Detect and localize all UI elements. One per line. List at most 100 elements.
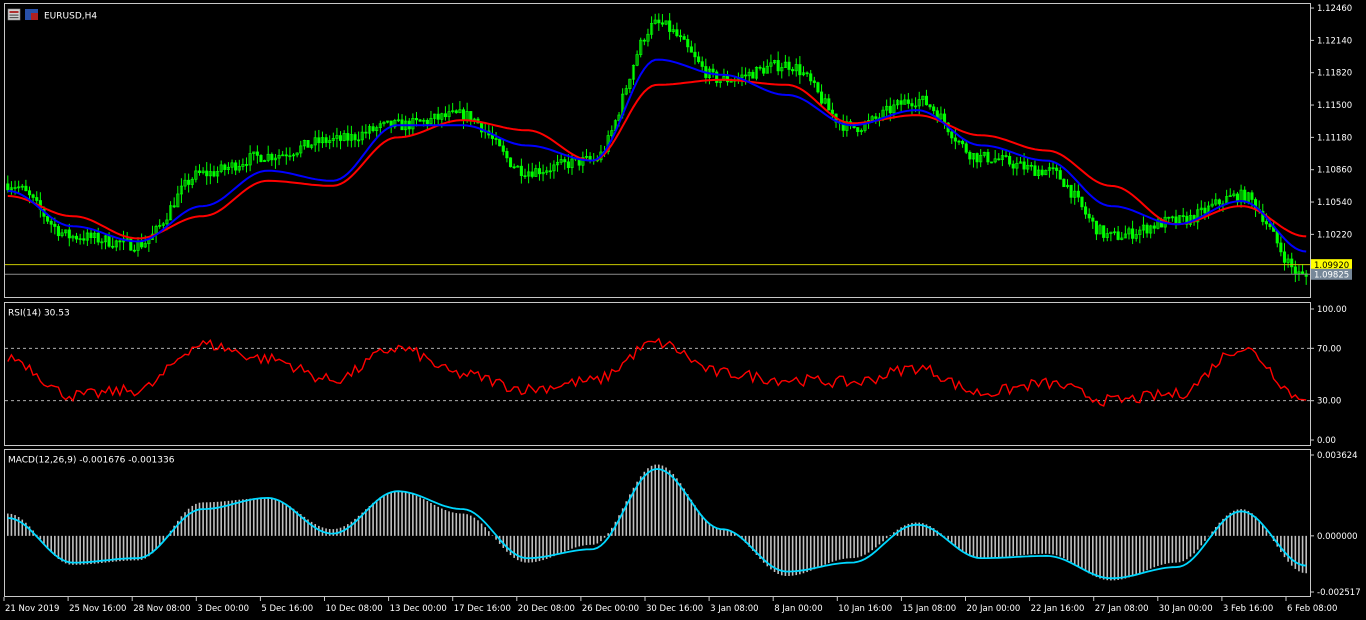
macd-histogram-bar [1030, 535, 1033, 555]
macd-histogram-bar [281, 501, 284, 536]
time-tick-label: 25 Nov 16:00 [69, 604, 126, 614]
macd-histogram-bar [433, 504, 436, 536]
candle-body [660, 22, 664, 25]
macd-histogram-bar [820, 535, 823, 567]
macd-histogram-bar [679, 483, 682, 536]
candle-body [1055, 167, 1059, 171]
candle-body [689, 46, 693, 53]
macd-histogram-bar [1059, 535, 1062, 557]
macd-histogram-bar [1196, 535, 1199, 550]
macd-histogram-bar [1240, 509, 1242, 536]
price-tag-label: 1.09825 [1314, 270, 1349, 280]
macd-histogram-bar [1254, 516, 1257, 536]
macd-histogram-bar [14, 515, 16, 536]
time-tick-label: 13 Dec 00:00 [390, 604, 447, 614]
macd-histogram-bar [1164, 535, 1166, 564]
macd-histogram-bar [477, 520, 479, 536]
candle-body [46, 215, 50, 222]
macd-histogram-bar [571, 535, 573, 549]
macd-histogram-bar [390, 492, 392, 536]
macd-histogram-bar [1084, 535, 1087, 572]
macd-histogram-bar [441, 508, 443, 536]
macd-histogram-bar [484, 527, 487, 536]
macd-histogram-bar [289, 506, 291, 536]
candle-body [523, 175, 527, 178]
candle-body [197, 170, 202, 174]
macd-histogram-bar [676, 478, 678, 536]
time-tick-label: 17 Dec 16:00 [454, 604, 511, 614]
macd-histogram-bar [719, 529, 722, 536]
macd-histogram-bar [582, 535, 584, 546]
macd-histogram-bar [401, 491, 403, 536]
candle-body [270, 153, 274, 161]
macd-histogram-bar [683, 488, 685, 536]
macd-histogram-bar [1063, 535, 1065, 559]
candle-body [888, 105, 892, 114]
candle-body [338, 135, 343, 141]
macd-histogram-bar [86, 535, 89, 565]
macd-histogram-bar [256, 498, 259, 536]
candle-body [244, 164, 249, 166]
macd-histogram-bar [1037, 535, 1040, 554]
macd-label: MACD(12,26,9) -0.001676 -0.001336 [8, 456, 175, 466]
candle-body [1301, 271, 1305, 275]
macd-histogram-bar [694, 505, 696, 536]
time-tick-label: 20 Dec 08:00 [518, 604, 575, 614]
macd-histogram-bar [672, 473, 675, 536]
candle-body [107, 235, 111, 247]
candle-body [968, 151, 972, 160]
candle-body [588, 156, 592, 161]
macd-histogram-bar [878, 535, 881, 545]
macd-histogram-bar [1287, 535, 1289, 562]
macd-histogram-bar [469, 515, 472, 536]
macd-histogram-bar [549, 535, 552, 558]
candle-body [505, 151, 509, 159]
candle-body [259, 155, 263, 162]
macd-histogram-bar [57, 535, 60, 559]
candle-body [820, 91, 824, 104]
macd-histogram-bar [249, 498, 251, 536]
macd-histogram-bar [990, 535, 993, 558]
macd-histogram-bar [639, 476, 642, 536]
macd-histogram-bar [455, 513, 458, 536]
candle-body [1181, 215, 1185, 217]
candle-body [357, 139, 361, 142]
macd-histogram-bar [777, 535, 779, 574]
macd-histogram-bar [82, 535, 85, 565]
candle-body [67, 229, 71, 239]
candle-body [223, 164, 227, 170]
candle-body [414, 118, 419, 121]
price-tick-label: 1.12140 [1317, 36, 1352, 46]
macd-histogram-bar [867, 535, 870, 553]
macd-histogram-bar [129, 535, 132, 561]
candle-body [856, 127, 860, 133]
macd-histogram-bar [231, 500, 233, 536]
candle-body [997, 158, 1001, 161]
macd-histogram-bar [1092, 535, 1094, 576]
macd-histogram-bar [585, 535, 588, 546]
candle-body [928, 104, 932, 108]
macd-histogram-bar [592, 535, 595, 545]
candle-body [537, 168, 542, 175]
macd-histogram-bar [408, 493, 411, 536]
macd-histogram-bar [144, 535, 147, 559]
macd-histogram-bar [1124, 535, 1127, 579]
macd-histogram-bar [274, 499, 277, 536]
candle-body [874, 116, 878, 119]
time-tick-label: 28 Nov 08:00 [133, 604, 190, 614]
macd-histogram-bar [643, 471, 646, 536]
rsi-tick-label: 30.00 [1317, 397, 1341, 407]
candle-body [566, 161, 570, 169]
candle-body [1040, 169, 1044, 176]
macd-histogram-bar [202, 502, 204, 536]
candle-body [910, 103, 914, 107]
macd-histogram-bar [430, 503, 432, 536]
time-tick-label: 21 Nov 2019 [5, 604, 59, 614]
chart-window[interactable]: 1.12460 1.12140 1.11820 1.11500 1.11180 1.108… [0, 0, 1366, 620]
macd-histogram-bar [600, 535, 602, 542]
candle-body [986, 151, 990, 163]
macd-histogram-bar [831, 535, 834, 562]
time-tick-label: 8 Jan 00:00 [774, 604, 822, 614]
macd-histogram-bar [954, 535, 957, 546]
macd-histogram-bar [856, 535, 859, 558]
